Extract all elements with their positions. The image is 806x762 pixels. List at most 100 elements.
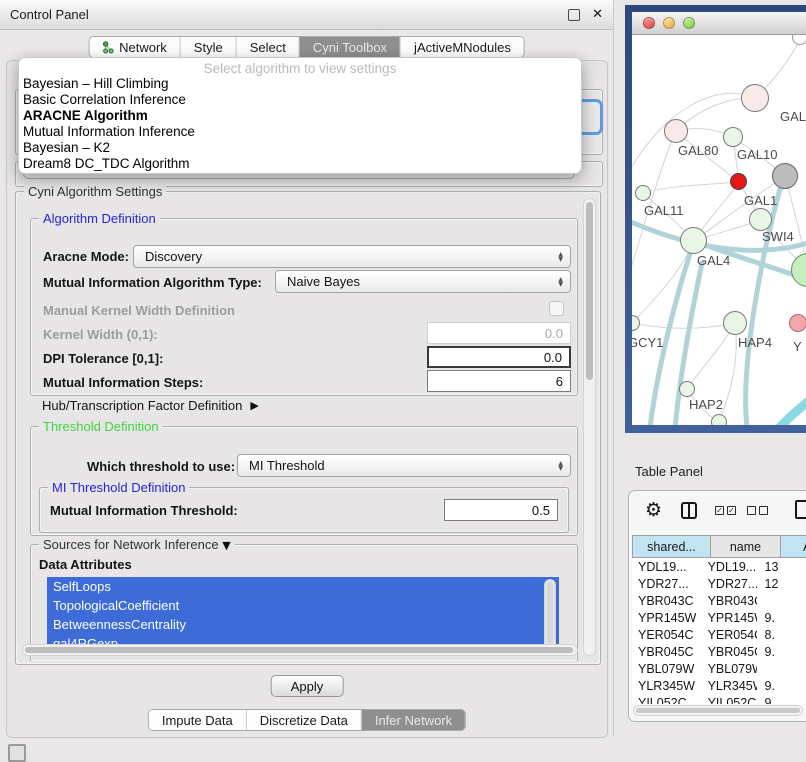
table-horizontal-scrollbar[interactable] [633,705,803,716]
control-panel-titlebar: Control Panel ✕ [0,0,613,30]
network-canvas[interactable]: GAL GAL80 GAL10 GAL11 GAL1 GAL4 SWI4 GCY… [632,35,806,425]
column-header-clipped[interactable]: A [781,535,806,558]
node-label-gal10: GAL10 [737,147,777,162]
close-icon[interactable]: ✕ [592,7,603,22]
column-header-shared-name[interactable]: shared... [632,535,711,558]
node-label: Y [793,339,802,354]
algorithm-option[interactable]: Bayesian – Hill Climbing [19,76,581,92]
threshold-definition-title: Threshold Definition [39,419,163,434]
new-table-icon[interactable] [795,500,806,519]
network-node-gal1[interactable] [749,208,772,231]
table-row[interactable]: YER054CYER054C8. [632,626,806,643]
table-row[interactable]: YDR27...YDR27...12 [632,575,806,592]
mi-steps-field[interactable]: 6 [427,370,571,392]
table-panel-title: Table Panel [635,464,703,479]
tab-infer-network[interactable]: Infer Network [361,710,465,730]
kernel-width-label: Kernel Width (0,1): [43,327,158,342]
mi-threshold-field[interactable]: 0.5 [444,499,558,521]
tab-network[interactable]: Network [89,37,180,57]
tab-network-label: Network [119,40,167,55]
dpi-tolerance-field[interactable]: 0.0 [427,346,571,368]
node-label: GAL [780,109,806,124]
column-header-name[interactable]: name [711,535,781,558]
settings-vertical-scrollbar-thumb[interactable] [586,202,593,380]
float-window-icon[interactable] [568,9,580,21]
tab-style[interactable]: Style [180,37,236,57]
sources-expander[interactable]: Sources for Network Inference ▼ [39,537,235,552]
settings-horizontal-scrollbar[interactable] [22,644,578,656]
manual-kernel-width-checkbox[interactable] [549,301,564,316]
apply-button[interactable]: Apply [271,675,344,697]
tab-discretize-data[interactable]: Discretize Data [246,710,361,730]
window-close-button[interactable] [643,17,655,29]
cyni-algorithm-settings-title: Cyni Algorithm Settings [24,184,166,199]
mi-algorithm-type-combo[interactable]: Naive Bayes ▲▼ [275,270,571,293]
tab-jactivemnodules[interactable]: jActiveMNodules [400,37,524,57]
node-label-gal4: GAL4 [697,253,730,268]
table-horizontal-scrollbar-thumb[interactable] [636,708,800,713]
node-label-gal1: GAL1 [744,193,777,208]
algorithm-option[interactable]: Mutual Information Inference [19,124,581,140]
tab-cyni-toolbox[interactable]: Cyni Toolbox [299,37,400,57]
select-all-columns-icon[interactable]: ✓✓ [715,506,736,515]
hub-transcription-expander[interactable]: Hub/Transcription Factor Definition ▶ [42,398,259,413]
network-node-red[interactable] [730,173,747,190]
algorithm-option[interactable]: Dream8 DC_TDC Algorithm [19,156,581,172]
mi-threshold-definition-title: MI Threshold Definition [48,480,189,495]
network-node-gray[interactable] [772,163,798,189]
deselect-all-columns-icon[interactable] [747,506,768,515]
threshold-definition-group: Threshold Definition Which threshold to … [30,426,578,536]
list-item[interactable]: SelfLoops [47,577,559,596]
combo-stepper-icon: ▲▼ [558,252,563,262]
network-node[interactable] [711,414,727,425]
data-attributes-scrollbar[interactable] [544,579,556,651]
algorithm-option[interactable]: Basic Correlation Inference [19,92,581,108]
which-threshold-combo[interactable]: MI Threshold ▲▼ [237,454,571,477]
tab-select[interactable]: Select [236,37,299,57]
table-row[interactable]: YBL079WYBL079W [632,660,806,677]
network-node-gal11[interactable] [635,185,651,201]
combo-stepper-icon: ▲▼ [558,277,563,287]
gear-icon[interactable]: ⚙ [645,499,662,521]
window-zoom-button[interactable] [683,17,695,29]
table-row[interactable]: YBR043CYBR043C [632,592,806,609]
mi-algorithm-type-value: Naive Bayes [287,274,360,289]
tab-impute-data-label: Impute Data [162,713,233,728]
mi-steps-label: Mutual Information Steps: [43,375,203,390]
node-label-hap2: HAP2 [689,397,723,412]
network-node[interactable] [741,84,769,112]
app-root: Control Panel ✕ Network Style Select Cyn… [0,0,806,762]
settings-vertical-scrollbar[interactable] [583,198,596,656]
network-node-gal80[interactable] [664,119,688,143]
table-panel-toolbar: ⚙ ✓✓ [629,491,806,533]
table-row[interactable]: YDL19...YDL19...13 [632,558,806,575]
network-icon [102,41,114,54]
algorithm-popup: Select algorithm to view settings Bayesi… [18,57,582,174]
network-node-hap4[interactable] [723,311,747,335]
algorithm-option-selected[interactable]: ARACNE Algorithm [19,108,581,124]
list-item[interactable]: BetweennessCentrality [47,615,559,634]
mi-algorithm-type-label: Mutual Information Algorithm Type: [43,275,262,290]
tab-impute-data[interactable]: Impute Data [149,710,246,730]
network-node-hap2[interactable] [679,381,695,397]
dock-panel-icon[interactable] [8,744,26,762]
window-minimize-button[interactable] [663,17,675,29]
data-attributes-label: Data Attributes [39,557,132,572]
kernel-width-field[interactable]: 0.0 [427,322,571,344]
control-panel-title: Control Panel [10,7,568,22]
split-columns-icon[interactable] [681,502,697,519]
network-node-gal4[interactable] [680,227,707,254]
list-item[interactable]: TopologicalCoefficient [47,596,559,615]
table-row[interactable]: YBR045CYBR045C9. [632,643,806,660]
node-label-gal11: GAL11 [644,203,684,218]
data-attributes-scrollbar-thumb[interactable] [547,582,553,644]
algorithm-option[interactable]: Bayesian – K2 [19,140,581,156]
table-row[interactable]: YIL052CYIL052C9 [632,694,806,704]
table-row[interactable]: YLR345WYLR345W9. [632,677,806,694]
aracne-mode-combo[interactable]: Discovery ▲▼ [133,245,571,268]
table-row[interactable]: YPR145WYPR145W9. [632,609,806,626]
settings-horizontal-scrollbar-thumb[interactable] [25,647,573,653]
network-node[interactable] [723,127,743,147]
network-node-salmon[interactable] [789,314,806,332]
tab-select-label: Select [250,40,286,55]
